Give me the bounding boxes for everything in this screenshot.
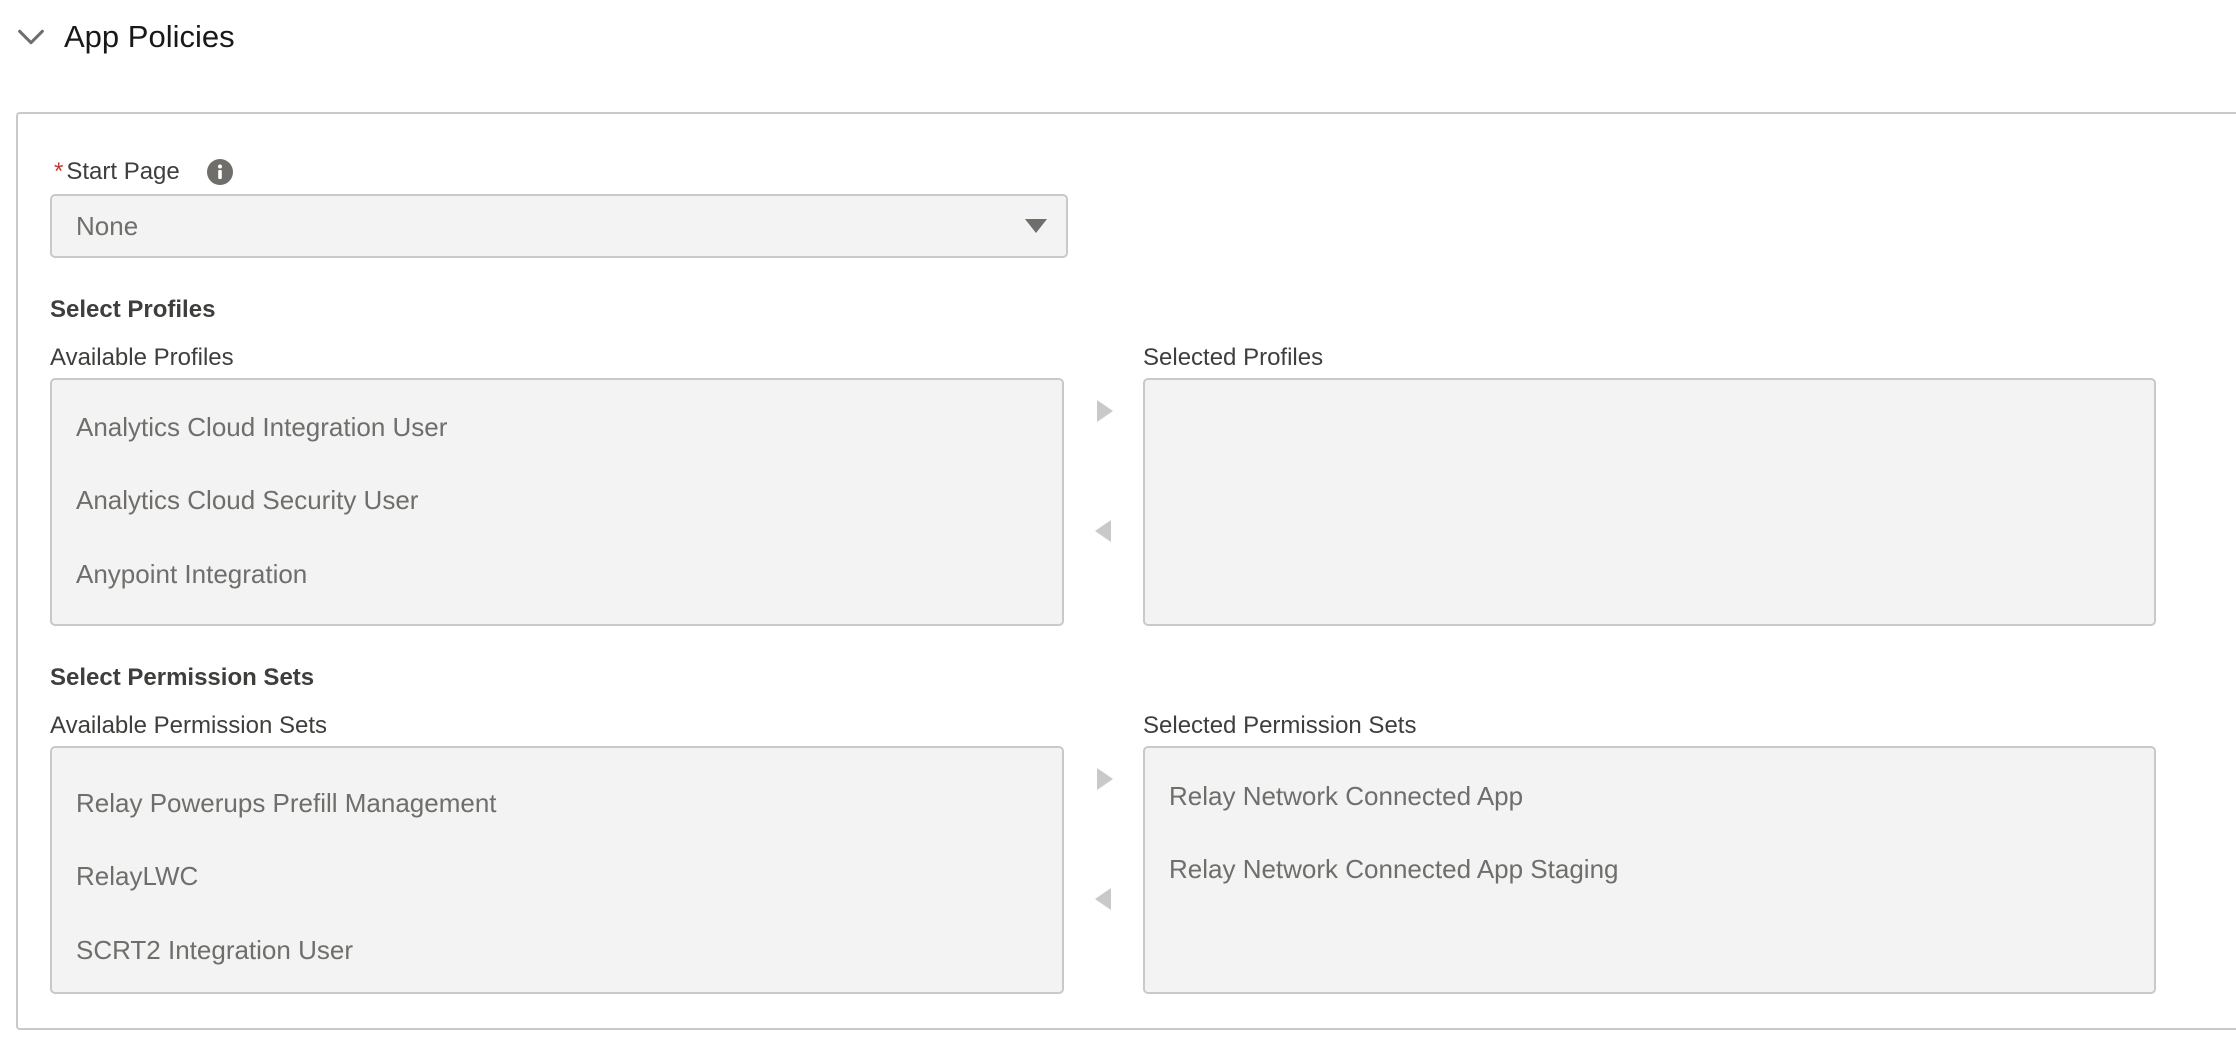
arrow-left-icon (1095, 888, 1111, 910)
move-to-selected-permission-sets-button[interactable] (1089, 764, 1119, 794)
section-title: App Policies (64, 19, 235, 54)
caret-down-icon (1025, 219, 1047, 233)
select-permission-sets-title: Select Permission Sets (50, 664, 315, 691)
selected-permission-sets-listbox[interactable]: Relay Network Connected App Relay Networ… (1143, 746, 2156, 994)
start-page-label: * Start Page (54, 158, 180, 185)
selected-profiles-label: Selected Profiles (1143, 344, 1324, 371)
required-marker: * (54, 158, 64, 185)
arrow-right-icon (1097, 768, 1113, 790)
selected-profiles-listbox[interactable] (1143, 378, 2156, 626)
info-icon[interactable] (206, 158, 234, 186)
available-profiles-listbox[interactable]: Analytics Cloud Integration User Analyti… (50, 378, 1064, 626)
arrow-left-icon (1095, 520, 1111, 542)
list-item[interactable]: Analytics Cloud Security User (76, 485, 418, 516)
list-item[interactable]: SCRT2 Integration User (76, 935, 353, 966)
available-profiles-label: Available Profiles (50, 344, 234, 371)
start-page-value: None (76, 210, 139, 241)
arrow-right-icon (1097, 400, 1113, 422)
list-item[interactable]: Anypoint Integration (76, 559, 307, 590)
move-to-available-profiles-button[interactable] (1089, 516, 1119, 546)
move-to-available-permission-sets-button[interactable] (1089, 884, 1119, 914)
list-item[interactable]: Relay Network Connected App Staging (1169, 854, 1619, 885)
list-item[interactable]: Analytics Cloud Integration User (76, 412, 447, 443)
list-item[interactable]: RelayLWC (76, 861, 198, 892)
start-page-select[interactable]: None (50, 194, 1068, 258)
section-header-app-policies[interactable]: App Policies (14, 14, 235, 60)
available-permission-sets-label: Available Permission Sets (50, 712, 328, 739)
move-to-selected-profiles-button[interactable] (1089, 396, 1119, 426)
list-item[interactable]: Relay Powerups Prefill Management (76, 788, 497, 819)
select-profiles-title: Select Profiles (50, 296, 216, 323)
chevron-down-icon (18, 29, 44, 45)
selected-permission-sets-label: Selected Permission Sets (1143, 712, 1417, 739)
list-item[interactable]: Relay Network Connected App (1169, 781, 1523, 812)
available-permission-sets-listbox[interactable]: Relay Powerups Prefill Management RelayL… (50, 746, 1064, 994)
